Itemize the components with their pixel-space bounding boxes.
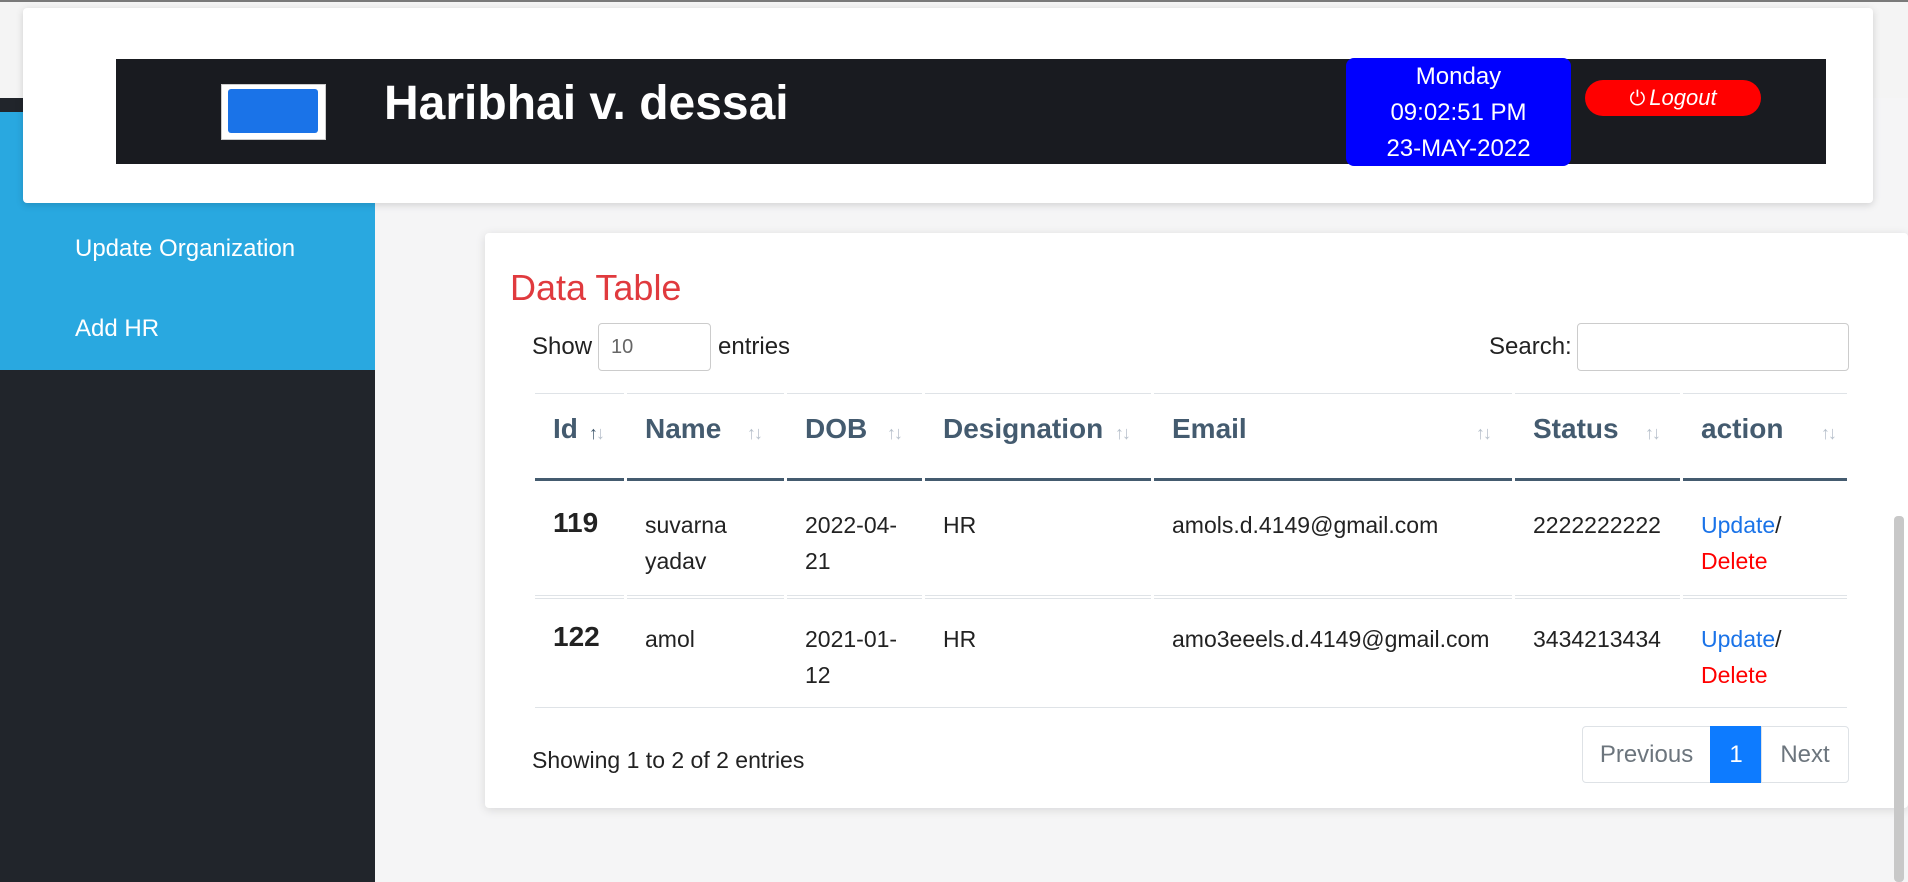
column-divider bbox=[1680, 393, 1683, 707]
cell-designation: HR bbox=[943, 626, 977, 652]
cell-action: Update/ Delete bbox=[1701, 507, 1782, 579]
entries-length-select[interactable]: 10 bbox=[598, 323, 711, 371]
row-divider bbox=[535, 595, 1847, 596]
logout-button[interactable]: ⏻ Logout bbox=[1585, 80, 1761, 116]
update-link[interactable]: Update bbox=[1701, 626, 1775, 652]
column-header-email[interactable]: Email bbox=[1172, 413, 1247, 445]
row-divider bbox=[535, 598, 1847, 599]
organization-name: Haribhai v. dessai bbox=[384, 77, 789, 130]
cell-dob-line: 21 bbox=[805, 548, 831, 574]
entries-label: entries bbox=[718, 333, 791, 360]
column-header-dob[interactable]: DOB bbox=[805, 413, 867, 445]
power-icon: ⏻ bbox=[1629, 88, 1646, 110]
cell-dob-line: 2021-01- bbox=[805, 626, 898, 652]
column-divider bbox=[1512, 393, 1515, 707]
cell-dob: 2021-01- 12 bbox=[805, 621, 897, 693]
card-title: Data Table bbox=[510, 267, 682, 308]
column-header-id[interactable]: Id bbox=[553, 413, 578, 445]
page-scrollbar[interactable] bbox=[1894, 516, 1904, 882]
column-divider bbox=[1151, 393, 1154, 707]
table-info: Showing 1 to 2 of 2 entries bbox=[532, 747, 805, 773]
delete-link[interactable]: Delete bbox=[1701, 543, 1782, 579]
column-header-action[interactable]: action bbox=[1701, 413, 1783, 445]
organization-logo bbox=[221, 84, 326, 140]
sort-icon[interactable]: ↑↓ bbox=[1645, 423, 1661, 444]
sort-asc-icon[interactable]: ↑↓ bbox=[589, 423, 605, 444]
header-bar: Haribhai v. dessai Monday 09:02:51 PM 23… bbox=[116, 58, 1826, 166]
sort-icon[interactable]: ↑↓ bbox=[1115, 423, 1131, 444]
cell-status: 3434213434 bbox=[1533, 626, 1661, 652]
cell-email: amols.d.4149@gmail.com bbox=[1172, 512, 1439, 538]
cell-dob: 2022-04- 21 bbox=[805, 507, 897, 579]
logo-image bbox=[228, 89, 318, 133]
clock-day: Monday bbox=[1415, 63, 1502, 90]
sort-icon[interactable]: ↑↓ bbox=[887, 423, 903, 444]
clock-widget: Monday 09:02:51 PM 23-MAY-2022 bbox=[1346, 58, 1571, 166]
table-header-border bbox=[535, 478, 1847, 481]
column-header-status[interactable]: Status bbox=[1533, 413, 1619, 445]
next-page-button[interactable]: Next bbox=[1761, 726, 1849, 783]
column-header-designation[interactable]: Designation bbox=[943, 413, 1103, 445]
clock-time: 09:02:51 PM bbox=[1390, 99, 1527, 126]
cell-dob-line: 2022-04- bbox=[805, 512, 898, 538]
cell-id: 122 bbox=[553, 621, 600, 652]
cell-id: 119 bbox=[553, 507, 599, 538]
action-separator: / bbox=[1775, 626, 1782, 652]
data-table-card: Data Table Show 10 entries Search: Id ↑↓… bbox=[485, 233, 1908, 808]
cell-action: Update/ Delete bbox=[1701, 621, 1782, 693]
delete-link[interactable]: Delete bbox=[1701, 657, 1782, 693]
search-input[interactable] bbox=[1577, 323, 1849, 371]
cell-name-line: suvarna bbox=[645, 512, 727, 538]
cell-designation: HR bbox=[943, 512, 977, 538]
update-link[interactable]: Update bbox=[1701, 512, 1775, 538]
clock-date: 23-MAY-2022 bbox=[1386, 135, 1531, 162]
cell-status: 2222222222 bbox=[1533, 512, 1661, 538]
cell-name-line: yadav bbox=[645, 548, 707, 574]
cell-email: amo3eeels.d.4149@gmail.com bbox=[1172, 626, 1490, 652]
column-divider bbox=[784, 393, 787, 707]
column-header-name[interactable]: Name bbox=[645, 413, 721, 445]
column-divider bbox=[624, 393, 627, 707]
show-label: Show bbox=[532, 333, 593, 360]
cell-dob-line: 12 bbox=[805, 662, 831, 688]
action-separator: / bbox=[1775, 512, 1782, 538]
table-bottom-border bbox=[535, 707, 1847, 708]
header-card: Haribhai v. dessai Monday 09:02:51 PM 23… bbox=[23, 8, 1873, 203]
column-divider bbox=[922, 393, 925, 707]
sidebar-item-add-hr[interactable]: Add HR bbox=[75, 315, 159, 343]
previous-page-button[interactable]: Previous bbox=[1582, 726, 1711, 783]
cell-name-line: amol bbox=[645, 626, 695, 652]
table-top-border bbox=[535, 393, 1847, 394]
sort-icon[interactable]: ↑↓ bbox=[1821, 423, 1837, 444]
sort-icon[interactable]: ↑↓ bbox=[1476, 423, 1492, 444]
page-1-button[interactable]: 1 bbox=[1710, 726, 1762, 783]
cell-name: amol bbox=[645, 621, 695, 657]
sidebar-item-update-organization[interactable]: Update Organization bbox=[75, 235, 295, 263]
sort-icon[interactable]: ↑↓ bbox=[747, 423, 763, 444]
search-label: Search: bbox=[1489, 333, 1572, 360]
logout-label: Logout bbox=[1649, 85, 1717, 110]
cell-name: suvarna yadav bbox=[645, 507, 727, 579]
browser-top-border bbox=[0, 0, 1908, 2]
